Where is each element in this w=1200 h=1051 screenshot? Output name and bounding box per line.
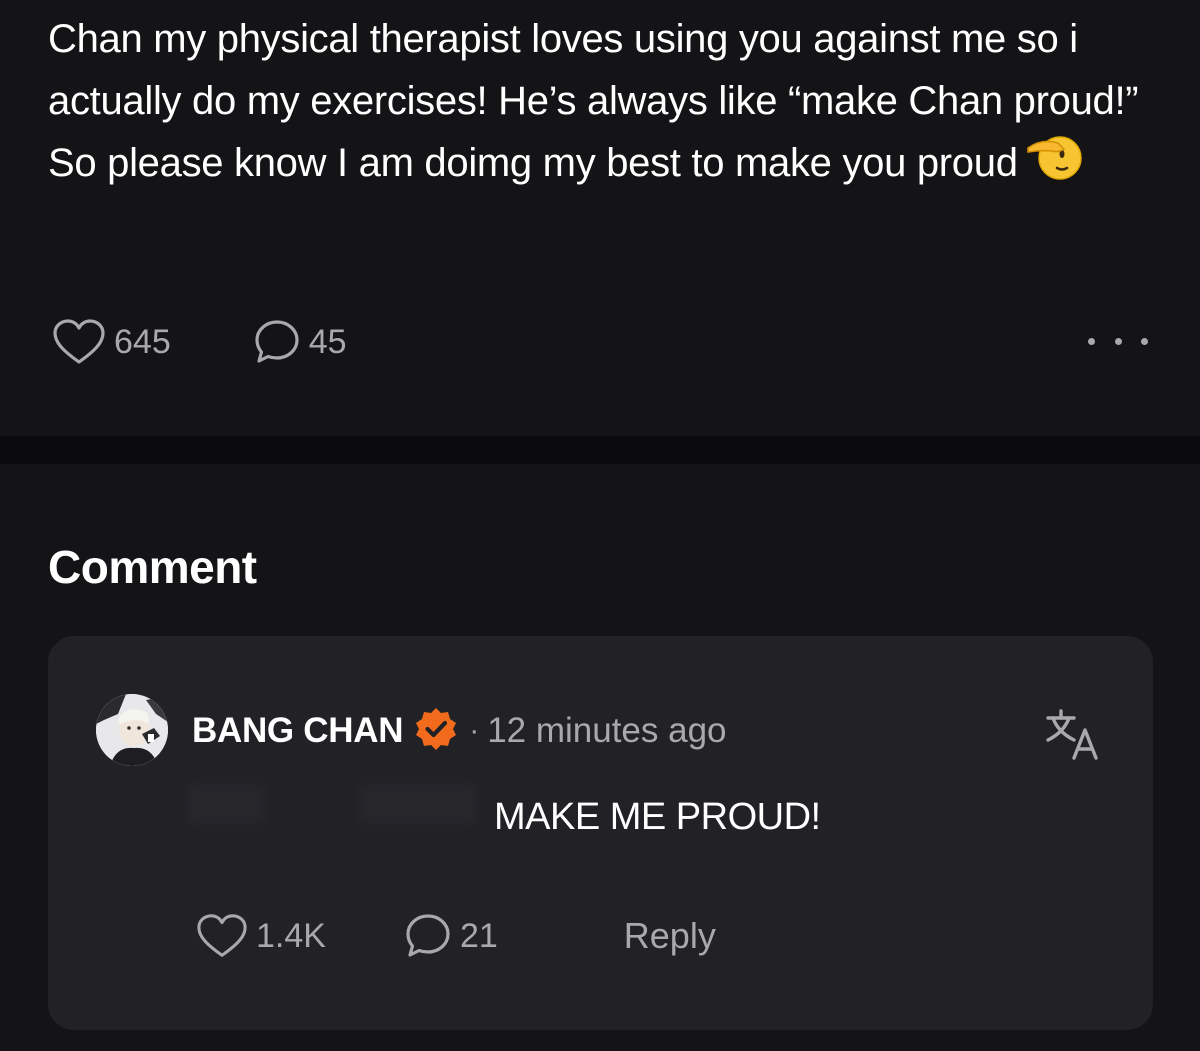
comment-actions: 1.4K 21 Reply bbox=[196, 908, 716, 964]
comment-author[interactable]: BANG CHAN bbox=[192, 711, 403, 751]
heart-icon bbox=[196, 913, 248, 959]
avatar[interactable] bbox=[96, 694, 168, 766]
post: Chan my physical therapist loves using y… bbox=[0, 0, 1200, 436]
comment-reply-count: 21 bbox=[459, 916, 498, 955]
more-dot bbox=[1141, 337, 1148, 345]
post-body: Chan my physical therapist loves using y… bbox=[48, 8, 1158, 200]
comment-header: BANG CHAN · 12 minutes ago bbox=[192, 706, 727, 757]
post-comment-count: 45 bbox=[308, 322, 347, 361]
post-comment-button[interactable]: 45 bbox=[253, 318, 347, 366]
post-text: Chan my physical therapist loves using y… bbox=[48, 17, 1139, 185]
more-options-icon[interactable] bbox=[1088, 326, 1148, 356]
comment-like-count: 1.4K bbox=[256, 916, 326, 955]
comment-card: BANG CHAN · 12 minutes ago MAKE ME PROUD… bbox=[48, 636, 1153, 1030]
comment-reply-count-button[interactable]: 21 bbox=[404, 912, 498, 960]
speech-bubble-icon bbox=[253, 318, 301, 366]
post-like-button[interactable]: 645 bbox=[52, 319, 171, 365]
post-like-count: 645 bbox=[114, 322, 171, 361]
verified-badge-icon bbox=[413, 706, 459, 757]
section-title: Comment bbox=[48, 541, 257, 593]
blurred-region bbox=[358, 784, 478, 824]
comment-section: Comment BANG CHAN · 12 minutes ago MAKE … bbox=[0, 464, 1200, 1051]
more-dot bbox=[1114, 337, 1122, 345]
comment-text: MAKE ME PROUD! bbox=[494, 796, 821, 838]
section-divider bbox=[0, 436, 1200, 464]
saluting-face-icon bbox=[1026, 132, 1082, 200]
translate-icon[interactable] bbox=[1044, 706, 1104, 762]
speech-bubble-icon bbox=[404, 912, 452, 960]
comment-like-button[interactable]: 1.4K bbox=[196, 913, 326, 959]
reply-button[interactable]: Reply bbox=[624, 915, 716, 957]
heart-icon bbox=[52, 319, 106, 365]
post-actions: 645 45 bbox=[52, 316, 347, 368]
comment-timestamp: 12 minutes ago bbox=[487, 711, 727, 750]
blurred-region bbox=[186, 784, 266, 824]
more-dot bbox=[1088, 337, 1095, 345]
separator-dot: · bbox=[469, 714, 480, 747]
